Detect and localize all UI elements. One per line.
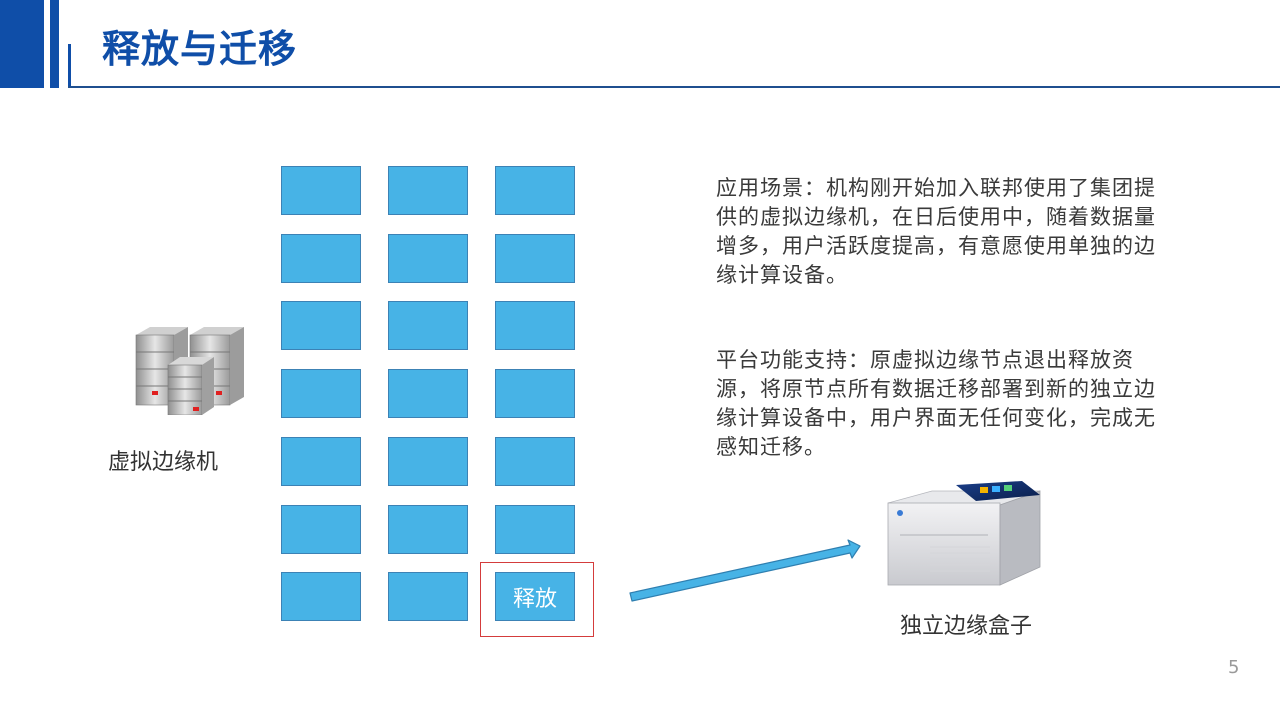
edge-box-device-icon [880, 475, 1045, 590]
resource-cell [281, 301, 361, 350]
resource-cell [495, 505, 575, 554]
resource-cell [388, 369, 468, 418]
platform-support-text: 平台功能支持：原虚拟边缘节点退出释放资源，将原节点所有数据迁移部署到新的独立边缘… [716, 348, 1156, 459]
resource-cell [495, 301, 575, 350]
resource-cell [495, 234, 575, 283]
release-highlight-box [480, 562, 594, 637]
header-accent-tick [68, 44, 71, 88]
resource-cell [388, 572, 468, 621]
header-accent-bar-thin [50, 0, 59, 88]
header-accent-bar [0, 0, 44, 88]
resource-cell [388, 234, 468, 283]
resource-cell [388, 505, 468, 554]
resource-cell [495, 166, 575, 215]
server-label: 虚拟边缘机 [108, 450, 219, 475]
resource-cell [281, 505, 361, 554]
resource-cell [281, 437, 361, 486]
scenario-text: 应用场景：机构刚开始加入联邦使用了集团提供的虚拟边缘机，在日后使用中，随着数据量… [716, 176, 1156, 287]
resource-cell [281, 369, 361, 418]
resource-cell [388, 301, 468, 350]
resource-cell [281, 234, 361, 283]
resource-cell [388, 437, 468, 486]
device-label: 独立边缘盒子 [900, 614, 1033, 639]
page-title: 释放与迁移 [102, 27, 298, 71]
resource-cell [495, 437, 575, 486]
migration-arrow-icon [628, 536, 868, 606]
resource-cell [388, 166, 468, 215]
header-divider [68, 86, 1280, 88]
resource-cell [495, 369, 575, 418]
resource-cell [281, 572, 361, 621]
resource-cell [281, 166, 361, 215]
server-cluster-icon [130, 325, 250, 416]
page-number: 5 [1228, 657, 1240, 678]
